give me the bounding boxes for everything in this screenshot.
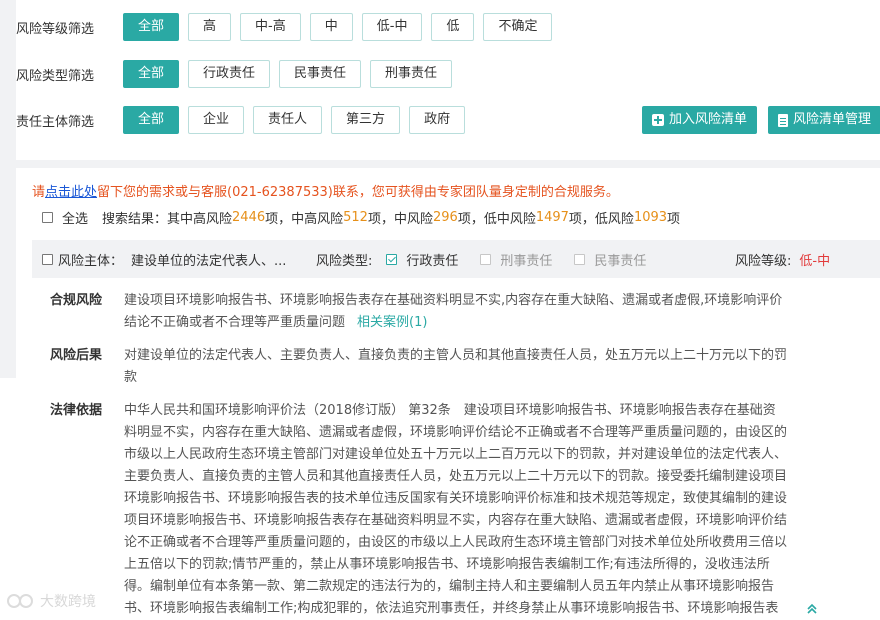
risk-consequence-title: 风险后果: [50, 348, 103, 363]
risk-subject: 风险主体： 建设单位的法定代表人、...: [42, 250, 286, 269]
manage-risk-list-button[interactable]: 风险清单管理: [768, 106, 880, 134]
chip-type-all[interactable]: 全部: [123, 60, 180, 88]
risk-item-header: 风险主体： 建设单位的法定代表人、... 风险类型: 行政责任 刑事责任 民事责…: [32, 240, 880, 278]
count-mid: 296: [432, 210, 458, 225]
filter-row-level: 风险等级筛选 全部 高 中-高 中 低-中 低 不确定: [16, 12, 561, 42]
legal-basis-section: 法律依据 中华人民共和国环境影响评价法（2018修订版） 第32条 建设项目环境…: [50, 400, 788, 620]
type-admin-checkbox[interactable]: [386, 253, 398, 265]
select-all-label: 全选: [62, 212, 89, 227]
section-divider: [16, 160, 880, 168]
risk-consequence-body: 对建设单位的法定代表人、主要负责人、直接负责的主管人员和其他直接责任人员，处五万…: [124, 348, 788, 385]
results-summary: 全选 搜索结果：其中高风险 2446 项，中高风险 512 项，中风险 296 项，低中风险…: [42, 208, 680, 227]
type-criminal-label: 刑事责任: [500, 253, 553, 269]
compliance-risk-body: 建设项目环境影响报告书、环境影响报告表存在基础资料明显不实,内容存在重大缺陷、遗…: [124, 293, 783, 330]
risk-subject-value: 建设单位的法定代表人、...: [131, 253, 287, 269]
filter-label-subject: 责任主体筛选: [16, 114, 95, 130]
chip-level-high[interactable]: 高: [188, 13, 232, 41]
compliance-risk-section: 合规风险 建设项目环境影响报告书、环境影响报告表存在基础资料明显不实,内容存在重…: [50, 290, 788, 334]
watermark-logo-icon: [7, 594, 33, 608]
chip-level-low-mid[interactable]: 低-中: [361, 13, 423, 41]
chip-level-mid-high[interactable]: 中-高: [240, 13, 301, 41]
collapse-up-icon[interactable]: [806, 603, 818, 615]
type-civil-checkbox[interactable]: [574, 253, 586, 265]
type-civil-label: 民事责任: [594, 253, 647, 269]
filter-row-subject: 责任主体筛选 全部 企业 责任人 第三方 政府: [16, 105, 474, 135]
count-low: 1093: [633, 210, 668, 225]
watermark: 大数跨境: [6, 591, 96, 611]
chip-level-all[interactable]: 全部: [123, 13, 180, 41]
related-cases-link[interactable]: 相关案例(1): [357, 315, 427, 330]
chip-subject-responsible[interactable]: 责任人: [253, 106, 323, 134]
left-strip: [0, 0, 16, 378]
risk-consequence-section: 风险后果 对建设单位的法定代表人、主要负责人、直接负责的主管人员和其他直接责任人…: [50, 345, 788, 389]
add-risk-list-button[interactable]: 加入风险清单: [642, 106, 758, 134]
filter-label-type: 风险类型筛选: [16, 68, 95, 84]
count-low-mid: 1497: [535, 210, 569, 225]
count-high: 2446: [232, 210, 266, 225]
chip-type-civil[interactable]: 民事责任: [279, 60, 362, 88]
plus-icon: [652, 114, 664, 126]
select-all-checkbox[interactable]: [42, 212, 53, 223]
risk-type-group: 风险类型: 行政责任 刑事责任 民事责任: [316, 250, 646, 269]
count-mid-high: 512: [343, 210, 368, 225]
chip-type-criminal[interactable]: 刑事责任: [370, 60, 453, 88]
chip-subject-all[interactable]: 全部: [123, 106, 180, 134]
click-here-link[interactable]: 点击此处: [45, 185, 97, 200]
document-icon: [778, 113, 788, 127]
risk-level-group: 风险等级: 低-中: [735, 250, 830, 269]
risk-level-value: 低-中: [799, 253, 831, 269]
filter-row-type: 风险类型筛选 全部 行政责任 民事责任 刑事责任: [16, 59, 461, 89]
chip-level-uncertain[interactable]: 不确定: [483, 13, 553, 41]
risk-item-checkbox[interactable]: [42, 253, 53, 265]
legal-basis-title: 法律依据: [50, 403, 103, 418]
type-criminal-checkbox[interactable]: [480, 253, 492, 265]
chip-subject-government[interactable]: 政府: [409, 106, 466, 134]
compliance-risk-title: 合规风险: [50, 293, 103, 308]
filter-label-level: 风险等级筛选: [16, 21, 95, 37]
legal-basis-body: 中华人民共和国环境影响评价法（2018修订版） 第32条 建设项目环境影响报告书…: [124, 403, 788, 616]
type-admin-label: 行政责任: [406, 253, 459, 269]
chip-level-mid[interactable]: 中: [309, 13, 353, 41]
chip-type-admin[interactable]: 行政责任: [188, 60, 271, 88]
service-notice: 请点击此处留下您的需求或与客服(021-62387533)联系，您可获得由专家团…: [32, 185, 619, 200]
chip-subject-third-party[interactable]: 第三方: [331, 106, 401, 134]
chip-level-low[interactable]: 低: [431, 13, 475, 41]
chip-subject-enterprise[interactable]: 企业: [188, 106, 245, 134]
